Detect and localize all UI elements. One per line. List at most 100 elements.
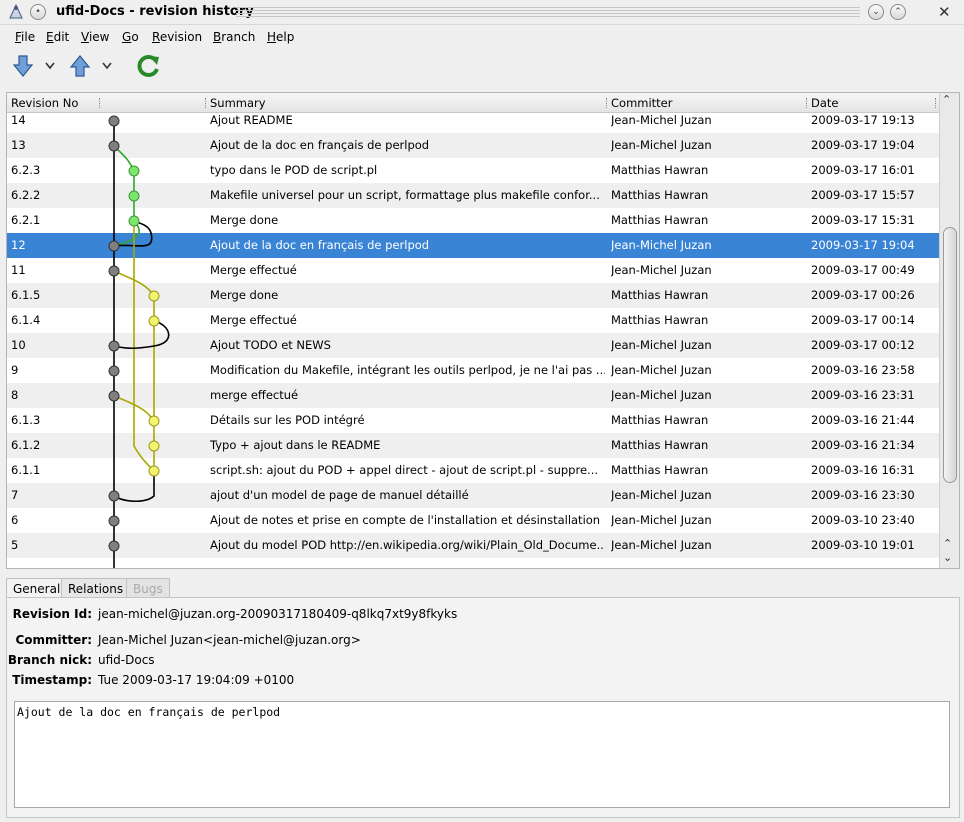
revision-number: 8 [11,388,19,402]
column-separator[interactable] [806,98,807,108]
revision-number: 14 [11,113,26,127]
title-bar-grip [236,7,860,17]
revision-summary: Merge done [210,213,279,227]
revision-summary: Merge effectué [210,263,297,277]
revision-committer: Jean-Michel Juzan [611,263,712,277]
revision-date: 2009-03-17 19:13 [811,113,915,127]
toolbar [0,50,964,86]
menu-revision[interactable]: Revision [152,30,202,44]
minimize-button[interactable]: ⌄ [868,4,884,20]
revision-date: 2009-03-17 19:04 [811,238,915,252]
table-row[interactable]: 6.1.1 script.sh: ajout du POD + appel di… [7,458,939,483]
revision-number: 6.2.1 [11,213,41,227]
revision-summary: merge effectué [210,388,299,402]
chevron-down-icon[interactable] [44,61,56,71]
revision-number: 6.2.2 [11,188,41,202]
commit-message-box[interactable]: Ajout de la doc en français de perlpod [14,701,950,808]
window-menu-button[interactable]: • [30,4,46,20]
menu-view[interactable]: View [81,30,109,44]
revision-date: 2009-03-17 00:49 [811,263,915,277]
table-row[interactable]: 13 Ajout de la doc en français de perlpo… [7,133,939,158]
refresh-icon[interactable] [136,53,162,79]
revision-number: 6 [11,513,19,527]
table-row[interactable]: 14 Ajout README Jean-Michel Juzan 2009-0… [7,113,939,133]
tab-general[interactable]: General [6,578,68,598]
table-row[interactable]: 10 Ajout TODO et NEWS Jean-Michel Juzan … [7,333,939,358]
table-row[interactable]: 9 Modification du Makefile, intégrant le… [7,358,939,383]
close-icon[interactable]: ✕ [938,3,951,21]
revision-summary: Modification du Makefile, intégrant les … [210,363,605,377]
revision-committer: Matthias Hawran [611,288,709,302]
revision-committer: Jean-Michel Juzan [611,538,712,552]
column-header-committer[interactable]: Committer [611,96,673,110]
revision-number: 6.1.4 [11,313,41,327]
table-row[interactable]: 8 merge effectué Jean-Michel Juzan 2009-… [7,383,939,408]
revision-number: 6.1.1 [11,463,41,477]
revision-committer: Matthias Hawran [611,438,709,452]
revision-committer: Jean-Michel Juzan [611,113,712,127]
table-row[interactable]: 6.1.2 Typo + ajout dans le README Matthi… [7,433,939,458]
committer-label: Committer: [15,633,93,647]
revision-committer: Matthias Hawran [611,213,709,227]
menu-branch[interactable]: Branch [213,30,255,44]
menu-bar: File Edit View Go Revision Branch Help [0,26,964,48]
chevron-down-icon[interactable] [101,61,113,71]
scrollbar-thumb[interactable] [943,227,957,483]
revision-date: 2009-03-16 23:30 [811,488,915,502]
title-bar: • ufid-Docs - revision history ⌄ ⌃ ✕ [0,0,964,25]
table-row[interactable]: 11 Merge effectué Jean-Michel Juzan 2009… [7,258,939,283]
menu-edit[interactable]: Edit [46,30,69,44]
revision-summary: Ajout README [210,113,293,127]
revision-date: 2009-03-17 15:57 [811,188,915,202]
menu-help[interactable]: Help [267,30,294,44]
menu-file[interactable]: File [15,30,35,44]
revision-summary: Ajout de notes et prise en compte de l'i… [210,513,601,527]
table-row[interactable]: 6 Ajout de notes et prise en compte de l… [7,508,939,533]
app-icon [9,4,23,19]
revision-date: 2009-03-16 23:31 [811,388,915,402]
menu-go[interactable]: Go [122,30,139,44]
scroll-up-icon[interactable]: ⌃ [942,93,951,106]
table-body: 14 Ajout README Jean-Michel Juzan 2009-0… [7,113,939,568]
arrow-down-icon[interactable] [12,54,34,78]
table-row-selected[interactable]: 12 Ajout de la doc en français de perlpo… [7,233,939,258]
column-header-revision[interactable]: Revision No [11,96,78,110]
revision-number: 12 [11,238,26,252]
revision-date: 2009-03-16 21:44 [811,413,915,427]
table-row[interactable]: 6.1.3 Détails sur les POD intégré Matthi… [7,408,939,433]
revision-summary: Ajout de la doc en français de perlpod [210,238,430,252]
revision-date: 2009-03-17 00:14 [811,313,915,327]
table-row[interactable]: 6.2.3 typo dans le POD de script.pl Matt… [7,158,939,183]
table-row[interactable]: 6.2.2 Makefile universel pour un script,… [7,183,939,208]
table-row[interactable]: 7 ajout d'un model de page de manuel dét… [7,483,939,508]
revision-summary: Merge done [210,288,279,302]
revision-committer: Jean-Michel Juzan [611,363,712,377]
table-row[interactable]: 6.1.5 Merge done Matthias Hawran 2009-03… [7,283,939,308]
revision-summary: script.sh: ajout du POD + appel direct -… [210,463,599,477]
maximize-button[interactable]: ⌃ [890,4,906,20]
revision-summary: Makefile universel pour un script, forma… [210,188,600,202]
revision-table: Revision No Summary Committer Date 14 Aj… [6,92,960,569]
revision-summary: Ajout du model POD http://en.wikipedia.o… [210,538,605,552]
revision-date: 2009-03-17 00:26 [811,288,915,302]
table-row[interactable]: 6.1.4 Merge effectué Matthias Hawran 200… [7,308,939,333]
scroll-up-icon[interactable]: ⌃ [943,537,952,550]
column-header-date[interactable]: Date [811,96,839,110]
window-title: ufid-Docs - revision history [56,4,254,19]
revision-date: 2009-03-16 16:31 [811,463,915,477]
revision-summary: typo dans le POD de script.pl [210,163,378,177]
revision-summary: Détails sur les POD intégré [210,413,365,427]
vertical-scrollbar[interactable]: ⌃ ⌃ ⌄ [939,93,959,568]
tab-relations[interactable]: Relations [61,578,131,598]
table-row[interactable]: 6.2.1 Merge done Matthias Hawran 2009-03… [7,208,939,233]
column-separator[interactable] [205,98,206,108]
column-separator[interactable] [606,98,607,108]
revision-number: 9 [11,363,19,377]
scroll-down-icon[interactable]: ⌄ [943,551,952,564]
column-separator[interactable] [99,98,100,108]
revision-number: 11 [11,263,26,277]
arrow-up-icon[interactable] [69,54,91,78]
column-separator[interactable] [935,98,936,108]
table-row[interactable]: 5 Ajout du model POD http://en.wikipedia… [7,533,939,558]
column-header-summary[interactable]: Summary [210,96,266,110]
